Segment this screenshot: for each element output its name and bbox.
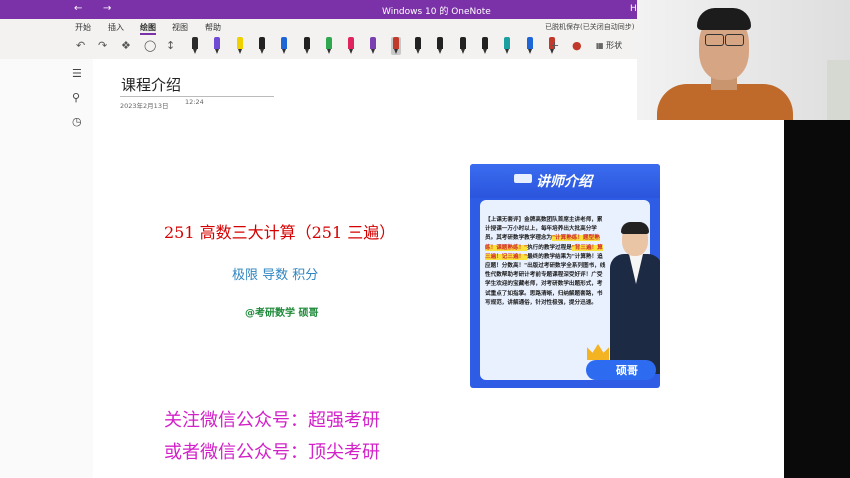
redo-icon[interactable]: ↷ (98, 39, 107, 52)
pen-swatch-10[interactable] (390, 37, 401, 55)
pen-icon (392, 37, 399, 49)
ribbon-tabs: 开始 插入 绘图 视图 帮助 已脱机保存(已关闭自动同步) (0, 19, 637, 35)
pen-tip (438, 49, 443, 54)
notebooks-icon[interactable]: ☰ (72, 67, 82, 80)
course-topics[interactable]: 极限 导数 积分 (232, 264, 318, 283)
tab-draw[interactable]: 绘图 (140, 22, 156, 35)
back-arrow-icon[interactable]: ← (74, 3, 82, 14)
pen-swatch-14[interactable] (480, 37, 490, 55)
glasses-left-lens (705, 34, 724, 46)
pen-icon (258, 37, 265, 49)
instructor-hair (621, 222, 649, 234)
pen-tip (393, 49, 398, 54)
follow-line-2[interactable]: 或者微信公众号：顶尖考研 (164, 438, 380, 464)
pen-icon (481, 37, 488, 49)
pen-swatch-1[interactable] (190, 37, 200, 55)
recent-icon[interactable]: ◷ (72, 115, 82, 128)
dark-margin (784, 120, 850, 478)
instructor-name: 硕哥 (616, 364, 638, 377)
pen-tip (505, 49, 510, 54)
webcam-overlay (637, 0, 850, 120)
instructor-photo (610, 222, 660, 374)
nav-sidebar: ☰ ⚲ ◷ (0, 59, 93, 478)
graduation-cap-icon (514, 174, 532, 183)
pen-swatch-4[interactable] (257, 37, 267, 55)
pen-tip (259, 49, 264, 54)
window-title-tail: H (630, 4, 637, 14)
card-title: 讲师介绍 (536, 174, 592, 190)
add-space-icon[interactable]: ↕ (166, 39, 175, 52)
pen-tip (416, 49, 420, 54)
card-description: 【上课无套评】金牌高数团队首席主讲老师，累计授课一万小时以上，每年培养出大批高分… (485, 216, 607, 308)
shapes-button[interactable]: ▦ 形状 (596, 40, 622, 51)
add-pen-icon[interactable]: + (550, 39, 559, 52)
page-title[interactable]: 课程介绍 (121, 74, 181, 95)
pen-swatch-16[interactable] (525, 37, 535, 55)
tab-insert[interactable]: 插入 (108, 22, 124, 33)
pen-icon (370, 37, 377, 49)
card-text-outro: 最终的教学结果为"计算熟！追应题！分数高！"出版过考研数学全系列图书，线性代数帮… (485, 253, 606, 306)
glasses-right-lens (725, 34, 744, 46)
pen-swatch-7[interactable] (324, 37, 334, 55)
pen-swatch-2[interactable] (212, 37, 222, 55)
follow-line-1[interactable]: 关注微信公众号：超强考研 (164, 406, 380, 432)
pen-icon (415, 37, 421, 49)
title-underline (120, 96, 274, 97)
pen-tip (215, 49, 220, 54)
lasso-select-icon[interactable]: ❖ (121, 39, 131, 52)
course-headline[interactable]: 251 高数三大计算（251 三遍） (164, 219, 395, 243)
search-icon[interactable]: ⚲ (72, 91, 80, 104)
pen-tip (482, 49, 487, 54)
ink-to-shape-icon[interactable]: ◯ (144, 39, 156, 52)
pen-tip (371, 49, 376, 54)
ink-replay-icon[interactable]: ● (572, 39, 582, 52)
pen-icon (459, 37, 466, 49)
window-titlebar: ← → Windows 10 的 OneNote H (0, 0, 637, 19)
pen-icon (325, 37, 332, 49)
pen-icon (214, 37, 221, 49)
pen-tip (193, 49, 197, 54)
pen-tip (326, 49, 331, 54)
pen-swatch-6[interactable] (302, 37, 312, 55)
shapes-label: 形状 (606, 41, 623, 50)
pen-swatch-11[interactable] (413, 37, 423, 55)
instructor-card-image[interactable]: 讲师介绍 【上课无套评】金牌高数团队首席主讲老师，累计授课一万小时以上，每年培养… (470, 164, 660, 388)
pen-swatch-15[interactable] (502, 37, 512, 55)
tab-home[interactable]: 开始 (75, 22, 91, 33)
pen-tip (349, 49, 354, 54)
pen-tip (460, 49, 465, 54)
author-handle[interactable]: @考研数学 硕哥 (245, 304, 318, 319)
pen-swatch-12[interactable] (435, 37, 445, 55)
pen-tip (527, 49, 532, 54)
pen-tip (282, 49, 287, 54)
page-time: 12:24 (185, 98, 204, 106)
window-title: Windows 10 的 OneNote (382, 7, 491, 17)
pen-icon (236, 37, 243, 49)
pen-icon (348, 37, 355, 49)
pen-icon (526, 37, 533, 49)
pen-swatch-13[interactable] (458, 37, 468, 55)
presenter-hair (697, 8, 751, 30)
card-text-mid: 执行的教学过程是 (527, 244, 572, 251)
pen-swatch-5[interactable] (279, 37, 289, 55)
pen-icon (303, 37, 310, 49)
pen-swatch-3[interactable] (235, 37, 245, 55)
shapes-icon: ▦ (596, 41, 607, 50)
pen-icon (437, 37, 444, 49)
webcam-plant (827, 60, 850, 120)
pen-swatch-9[interactable] (368, 37, 378, 55)
forward-arrow-icon[interactable]: → (103, 3, 111, 14)
pen-icon (281, 37, 288, 49)
tab-help[interactable]: 帮助 (205, 22, 221, 33)
pen-icon (504, 37, 511, 49)
sync-status: 已脱机保存(已关闭自动同步) (545, 23, 635, 31)
tab-view[interactable]: 视图 (172, 22, 188, 33)
pen-tip (237, 49, 242, 54)
page-date: 2023年2月13日 (120, 102, 169, 110)
pen-swatch-8[interactable] (346, 37, 356, 55)
undo-icon[interactable]: ↶ (76, 39, 85, 52)
pen-icon (192, 37, 198, 49)
pen-tip (304, 49, 309, 54)
draw-toolbar: ↶ ↷ ❖ ◯ ↕ + ● ▦ 形状 (0, 35, 637, 60)
